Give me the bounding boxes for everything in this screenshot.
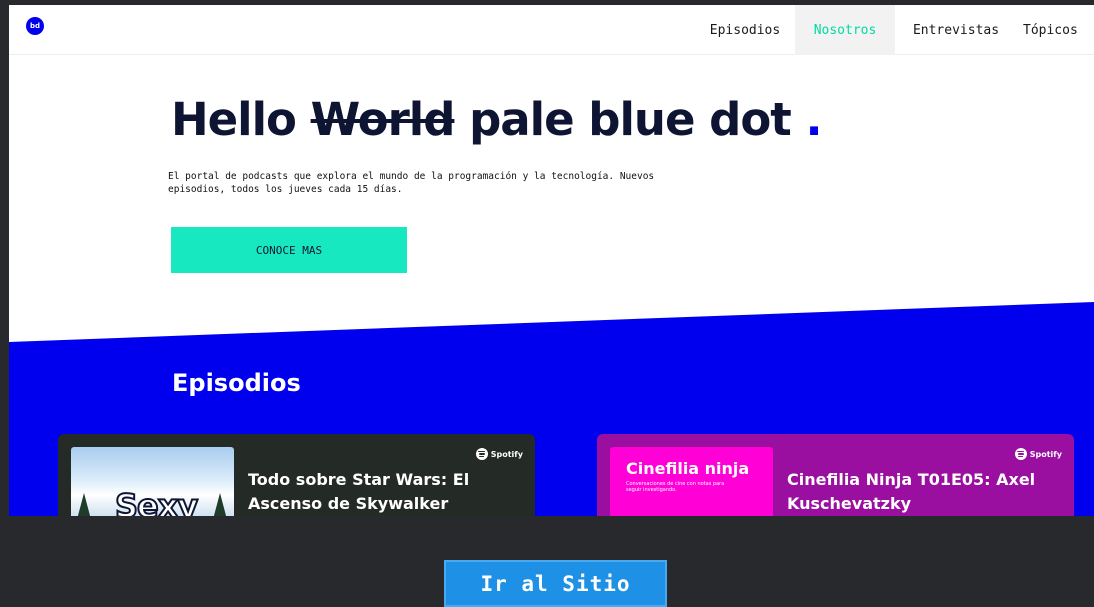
top-navigation: bd Episodios Nosotros Entrevistas Tópico… — [9, 5, 1094, 55]
hero-title: Hello World pale blue dot . — [171, 93, 823, 146]
nav-link-episodios[interactable]: Episodios — [695, 5, 795, 55]
spotify-icon — [1014, 448, 1027, 460]
conoce-mas-button[interactable]: CONOCE MAS — [171, 227, 407, 273]
spotify-badge: Spotify — [1014, 448, 1062, 460]
thumbnail-title: Cinefilia ninja — [626, 459, 750, 478]
tree-shape — [75, 493, 93, 516]
nav-links: Episodios Nosotros Entrevistas Tópicos — [695, 5, 1094, 55]
nav-link-nosotros[interactable]: Nosotros — [795, 5, 895, 55]
episodes-section-title: Episodios — [172, 369, 301, 397]
spotify-badge: Spotify — [475, 448, 523, 460]
ir-al-sitio-button[interactable]: Ir al Sitio — [444, 560, 667, 607]
tree-shape — [211, 493, 229, 516]
episode-card[interactable]: Sexy Todo sobre Star Wars: El Ascenso de… — [58, 434, 535, 516]
spotify-label: Spotify — [1029, 449, 1062, 459]
logo-badge[interactable]: bd — [26, 17, 44, 35]
browser-frame: bd Episodios Nosotros Entrevistas Tópico… — [0, 0, 1094, 516]
episode-card[interactable]: Cinefilia ninja Conversaciones de cine c… — [597, 434, 1074, 516]
hero-description: El portal de podcasts que explora el mun… — [168, 171, 655, 195]
website-page: bd Episodios Nosotros Entrevistas Tópico… — [9, 5, 1094, 516]
hero-title-part1: Hello — [171, 93, 297, 146]
thumbnail-subtitle: Conversaciones de cine con notas para se… — [626, 481, 725, 493]
spotify-label: Spotify — [490, 449, 523, 459]
nav-link-topicos[interactable]: Tópicos — [1017, 5, 1094, 55]
spotify-icon — [475, 448, 488, 460]
episode-thumbnail: Cinefilia ninja Conversaciones de cine c… — [610, 447, 773, 516]
hero-title-strikethrough: World — [310, 93, 456, 146]
episode-thumbnail: Sexy — [71, 447, 234, 516]
nav-link-entrevistas[interactable]: Entrevistas — [895, 5, 1017, 55]
thumbnail-text: Sexy — [114, 486, 199, 516]
hero-title-part2: pale blue dot — [469, 93, 792, 146]
episode-title: Cinefilia Ninja T01E05: Axel Kuschevatzk… — [787, 470, 1036, 513]
episode-title: Todo sobre Star Wars: El Ascenso de Skyw… — [248, 470, 470, 513]
hero-title-dot: . — [805, 93, 822, 146]
